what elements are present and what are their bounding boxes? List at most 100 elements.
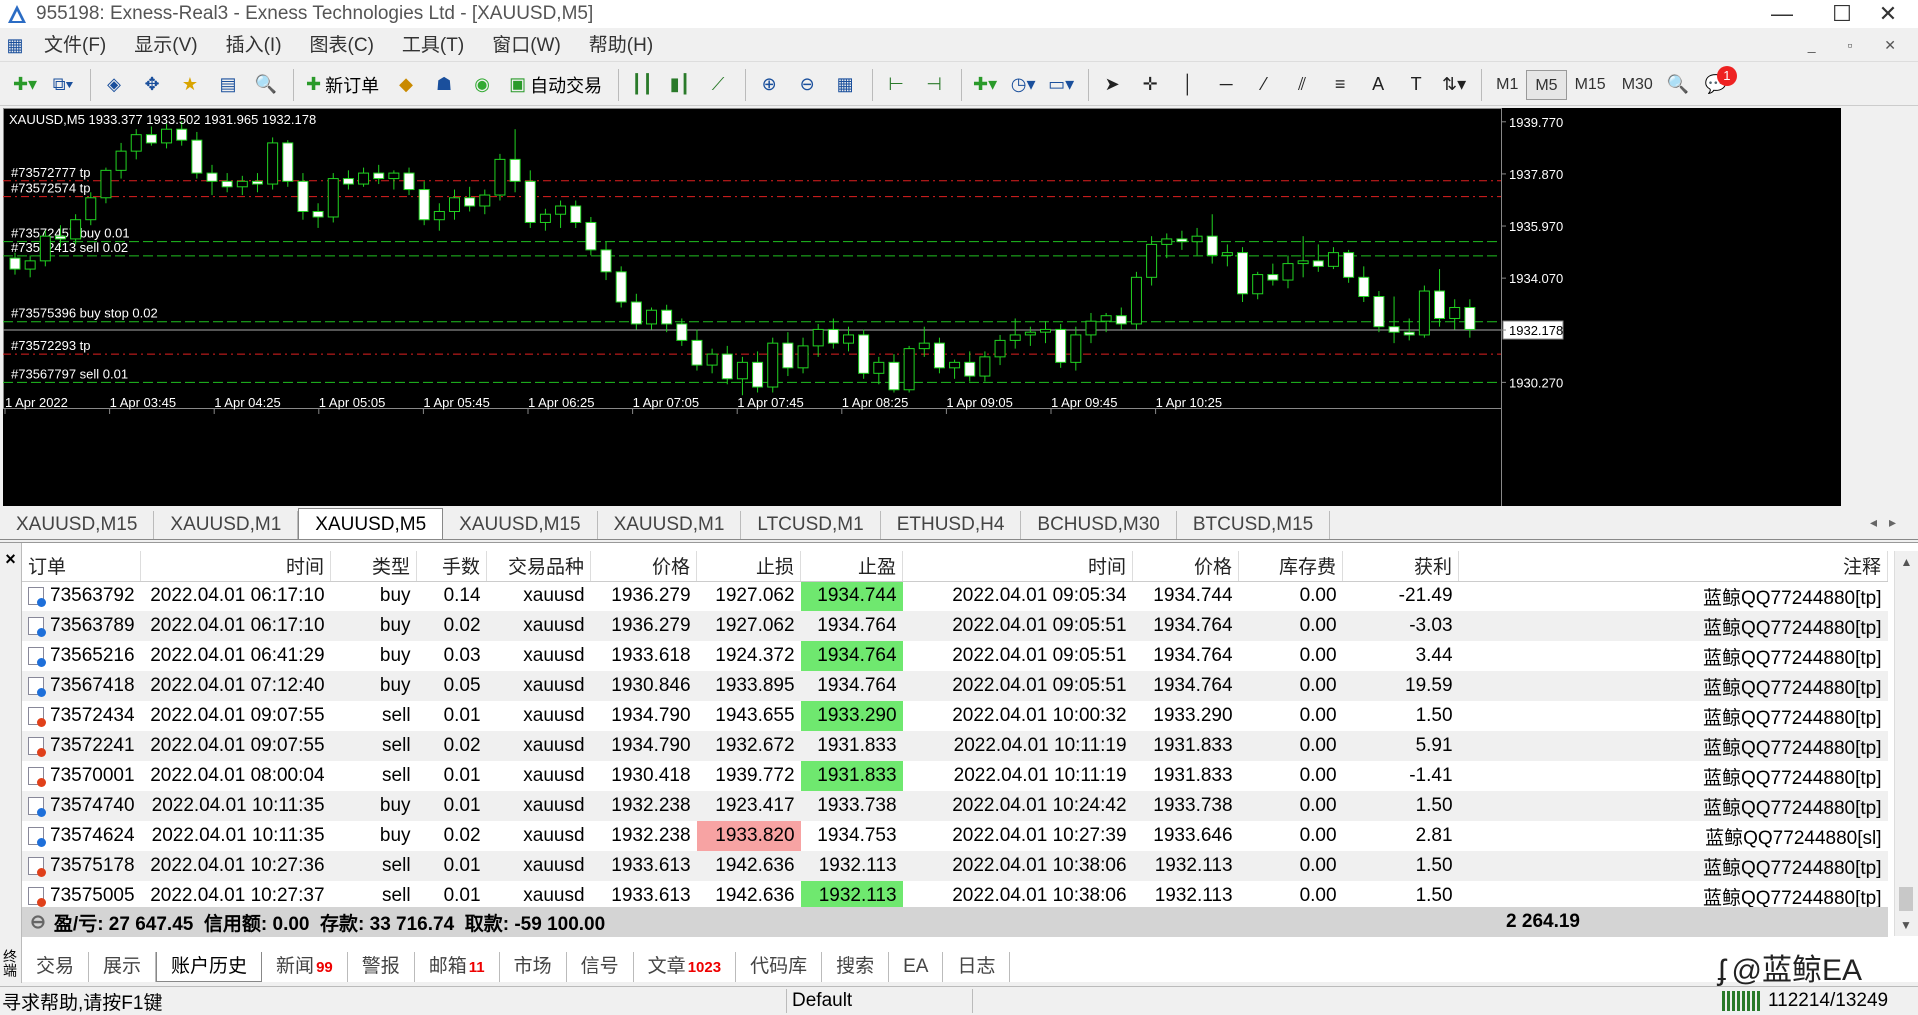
tab-alerts[interactable]: 警报	[348, 952, 415, 982]
tab-articles[interactable]: 文章 1023	[634, 952, 737, 982]
chart-tab[interactable]: BTCUSD,M15	[1177, 511, 1331, 539]
chart-shift-icon[interactable]: ⊣	[917, 68, 951, 102]
terminal-scrollbar[interactable]: ▲ ▼	[1894, 551, 1918, 936]
terminal-close-icon[interactable]: ×	[0, 549, 21, 570]
timeframe-m15[interactable]: M15	[1567, 70, 1614, 100]
candlestick-icon[interactable]: ▮┃	[663, 68, 697, 102]
notifications-icon[interactable]: 💬 1	[1699, 65, 1737, 102]
status-profile[interactable]: Default	[792, 990, 852, 1012]
signals-icon[interactable]: ☗	[427, 68, 461, 102]
chart-tab[interactable]: XAUUSD,M15	[443, 511, 598, 539]
strategy-tester-icon[interactable]: 🔍	[249, 68, 283, 102]
col-swap[interactable]: 库存费	[1238, 551, 1344, 582]
tab-exposure[interactable]: 展示	[89, 952, 157, 982]
col-tp[interactable]: 止盈	[800, 551, 904, 582]
col-close-price[interactable]: 价格	[1132, 551, 1240, 582]
new-chart-icon[interactable]: ✚▾	[8, 68, 42, 102]
meta-editor-icon[interactable]: ◆	[389, 68, 423, 102]
col-sl[interactable]: 止损	[696, 551, 802, 582]
tab-search[interactable]: 搜索	[822, 952, 890, 982]
zoom-out-icon[interactable]: ⊖	[790, 68, 824, 102]
tab-experts[interactable]: EA	[889, 952, 944, 982]
chart-tab[interactable]: ETHUSD,H4	[881, 511, 1022, 539]
chart-tab-active[interactable]: XAUUSD,M5	[298, 508, 444, 539]
chart-tab[interactable]: XAUUSD,M1	[598, 511, 742, 539]
tab-code-base[interactable]: 代码库	[736, 952, 823, 982]
text-icon[interactable]: A	[1361, 68, 1395, 102]
col-lots[interactable]: 手数	[416, 551, 488, 582]
chart-tab[interactable]: BCHUSD,M30	[1021, 511, 1177, 539]
chart-tab[interactable]: XAUUSD,M15	[0, 511, 155, 539]
menu-file[interactable]: 文件(F)	[30, 30, 120, 62]
price-chart[interactable]: #73572777 tp #73572574 tp #73572457 buy 0.…	[3, 108, 1841, 506]
templates-icon[interactable]: ▭▾	[1044, 68, 1078, 102]
profiles-icon[interactable]: ⧉▾	[46, 68, 80, 102]
table-row[interactable]: 73572434 2022.04.01 09:07:55 sell 0.01 xauus…	[22, 701, 1888, 731]
table-row[interactable]: 73574624 2022.04.01 10:11:35 buy 0.02 xauusd…	[22, 821, 1888, 851]
menu-window[interactable]: 窗口(W)	[478, 30, 575, 62]
chart-tab[interactable]: XAUUSD,M1	[154, 511, 299, 539]
tab-market[interactable]: 市场	[500, 952, 567, 982]
tab-account-history[interactable]: 账户历史	[156, 952, 263, 982]
navigator-icon[interactable]: ✥	[135, 68, 169, 102]
crosshair-icon[interactable]: ✛	[1133, 68, 1167, 102]
new-order-button[interactable]: ✚ 新订单	[300, 68, 385, 102]
fibonacci-icon[interactable]: ≡	[1323, 68, 1357, 102]
scroll-down-icon[interactable]: ▼	[1895, 918, 1917, 932]
table-row[interactable]: 73567418 2022.04.01 07:12:40 buy 0.05 xauusd…	[22, 671, 1888, 701]
menu-tools[interactable]: 工具(T)	[388, 30, 478, 62]
tab-scroll-arrows[interactable]: ◂▸	[1870, 514, 1908, 531]
table-row[interactable]: 73572241 2022.04.01 09:07:55 sell 0.02 xauus…	[22, 731, 1888, 761]
bar-chart-icon[interactable]: ┃┃	[625, 68, 659, 102]
tab-news[interactable]: 新闻 99	[262, 952, 348, 982]
col-price[interactable]: 价格	[590, 551, 698, 582]
auto-trading-button[interactable]: ▣ 自动交易	[503, 68, 608, 102]
timeframe-m30[interactable]: M30	[1614, 70, 1661, 100]
tab-journal[interactable]: 日志	[943, 952, 1011, 982]
menu-insert[interactable]: 插入(I)	[212, 30, 296, 62]
table-row[interactable]: 73570001 2022.04.01 08:00:04 sell 0.01 xauus…	[22, 761, 1888, 791]
col-profit[interactable]: 获利	[1342, 551, 1460, 582]
trendline-icon[interactable]: ⁄	[1247, 68, 1281, 102]
data-window-icon[interactable]: ▤	[211, 68, 245, 102]
tab-mailbox[interactable]: 邮箱 11	[415, 952, 500, 982]
equidistant-channel-icon[interactable]: ⫽	[1285, 68, 1319, 102]
chart-window-icon[interactable]: ▦	[0, 35, 30, 56]
timeframe-m1[interactable]: M1	[1488, 70, 1526, 100]
market-watch-icon[interactable]: ◈	[97, 68, 131, 102]
arrows-icon[interactable]: ⇅▾	[1437, 68, 1471, 102]
table-row[interactable]: 73563792 2022.04.01 06:17:10 buy 0.14 xauusd…	[22, 581, 1888, 611]
col-order[interactable]: 订单	[22, 551, 142, 582]
table-row[interactable]: 73574740 2022.04.01 10:11:35 buy 0.01 xauusd…	[22, 791, 1888, 821]
col-type[interactable]: 类型	[330, 551, 418, 582]
table-row[interactable]: 73575178 2022.04.01 10:27:36 sell 0.01 xauus…	[22, 851, 1888, 881]
scroll-thumb[interactable]	[1899, 887, 1913, 911]
mdi-controls[interactable]: _ ▫ ✕	[1808, 37, 1910, 54]
col-open-time[interactable]: 时间	[140, 551, 332, 582]
cursor-icon[interactable]: ➤	[1095, 68, 1129, 102]
vps-icon[interactable]: ◉	[465, 68, 499, 102]
chart-tab[interactable]: LTCUSD,M1	[741, 511, 881, 539]
line-chart-icon[interactable]: ⟋	[701, 68, 735, 102]
favorites-star-icon[interactable]: ★	[173, 68, 207, 102]
scroll-up-icon[interactable]: ▲	[1895, 555, 1918, 569]
timeframe-m5[interactable]: M5	[1526, 69, 1567, 100]
search-icon[interactable]: 🔍	[1661, 68, 1695, 102]
table-row[interactable]: 73565216 2022.04.01 06:41:29 buy 0.03 xauusd…	[22, 641, 1888, 671]
tab-signals[interactable]: 信号	[567, 952, 634, 982]
minimize-button[interactable]: —	[1752, 0, 1812, 28]
table-row[interactable]: 73563789 2022.04.01 06:17:10 buy 0.02 xauusd…	[22, 611, 1888, 641]
close-button[interactable]: ✕	[1858, 0, 1918, 28]
tile-windows-icon[interactable]: ▦	[828, 68, 862, 102]
menu-view[interactable]: 显示(V)	[120, 30, 211, 62]
menu-help[interactable]: 帮助(H)	[575, 30, 667, 62]
text-label-icon[interactable]: T	[1399, 68, 1433, 102]
col-symbol[interactable]: 交易品种	[486, 551, 592, 582]
vertical-line-icon[interactable]: │	[1171, 68, 1205, 102]
tab-trade[interactable]: 交易	[22, 952, 90, 982]
col-close-time[interactable]: 时间	[902, 551, 1134, 582]
indicators-icon[interactable]: ✚▾	[968, 68, 1002, 102]
menu-charts[interactable]: 图表(C)	[296, 30, 388, 62]
autoscroll-icon[interactable]: ⊢	[879, 68, 913, 102]
zoom-in-icon[interactable]: ⊕	[752, 68, 786, 102]
